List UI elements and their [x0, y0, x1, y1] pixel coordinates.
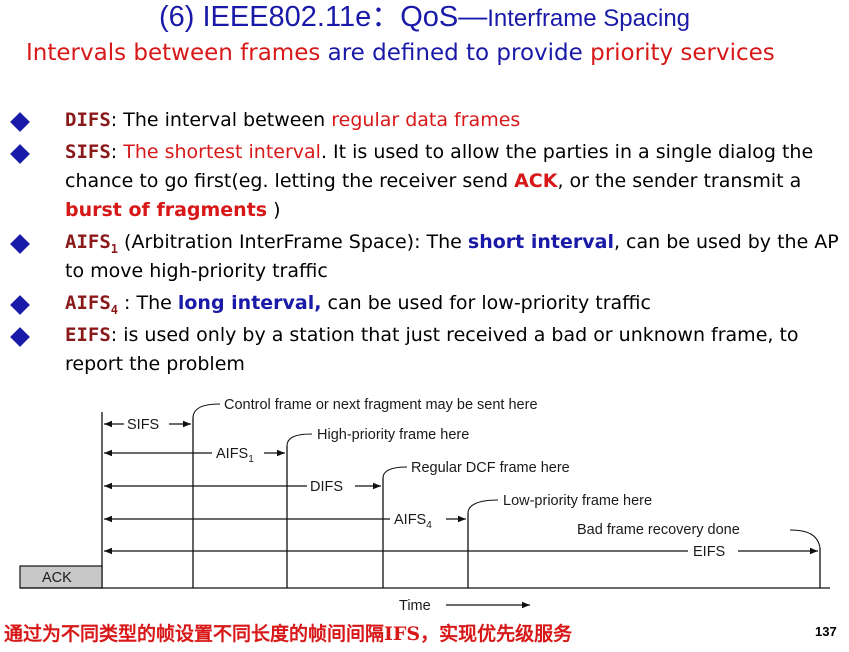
- aifs1-label: AIFS1: [216, 446, 254, 465]
- high-priority-note: High-priority frame here: [317, 427, 469, 443]
- aifs4-label-sub: 4: [426, 520, 432, 531]
- sifs-label: SIFS: [127, 417, 159, 433]
- bad-frame-note: Bad frame recovery done: [577, 522, 740, 538]
- regular-dcf-note: Regular DCF frame here: [411, 460, 570, 476]
- aifs1-label-main: AIFS: [216, 446, 248, 462]
- time-axis-label: Time: [399, 598, 431, 614]
- chinese-summary-footer: 通过为不同类型的帧设置不同长度的帧间间隔IFS，实现优先级服务: [4, 623, 573, 645]
- page-number: 137: [815, 624, 837, 639]
- difs-label: DIFS: [310, 479, 343, 495]
- ack-label: ACK: [42, 570, 72, 586]
- aifs1-label-sub: 1: [248, 454, 254, 465]
- regular-dcf-callout-line: [382, 466, 408, 479]
- aifs4-label-main: AIFS: [394, 512, 426, 528]
- low-priority-callout-line: [467, 499, 499, 514]
- aifs4-label: AIFS4: [394, 512, 432, 531]
- bad-frame-callout-line: [789, 529, 821, 549]
- low-priority-note: Low-priority frame here: [503, 493, 652, 509]
- control-frame-note: Control frame or next fragment may be se…: [224, 397, 538, 413]
- eifs-label: EIFS: [693, 544, 725, 560]
- ifs-timing-diagram: SIFS AIFS1 DIFS AIFS4 EIFS Control frame…: [19, 397, 830, 614]
- high-priority-callout-line: [286, 433, 313, 447]
- control-callout-line: [192, 403, 221, 419]
